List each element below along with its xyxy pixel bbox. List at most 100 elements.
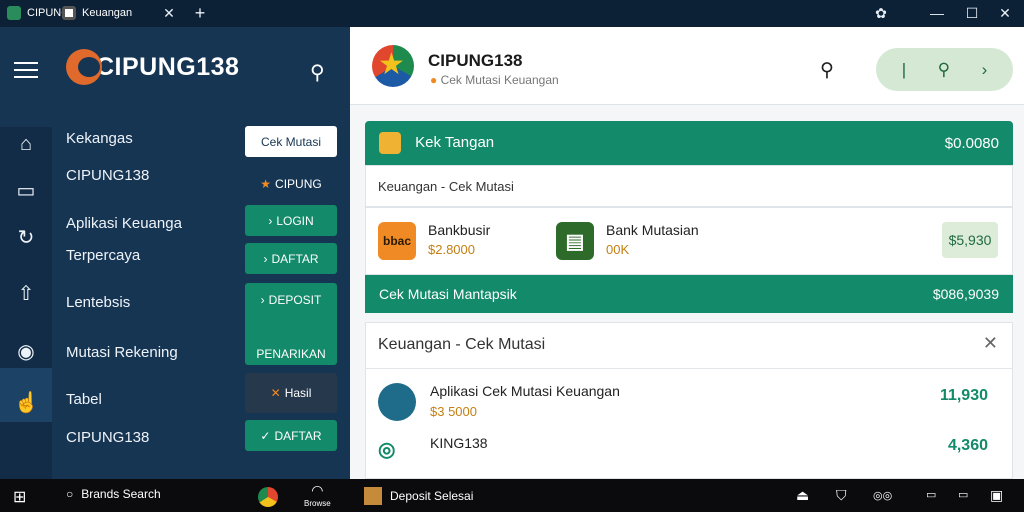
wallet-icon[interactable]: ▭ xyxy=(14,179,38,203)
app-label: Deposit Selesai xyxy=(390,489,474,503)
brand-mark-icon: ◎ xyxy=(378,439,396,461)
header: CIPUNG138 ● Cek Mutasi Keuangan ⚲ | ⚲ › xyxy=(350,27,1024,105)
account-name: Bank Mutasian xyxy=(606,222,699,238)
maximize-icon[interactable]: ☐ xyxy=(964,5,980,21)
search-circle-icon: ○ xyxy=(66,487,74,501)
item-title: KING138 xyxy=(430,435,488,451)
item-amount: 4,360 xyxy=(947,437,988,454)
battery-icon[interactable]: ▭ xyxy=(958,488,968,501)
star-logo-icon xyxy=(372,45,414,87)
search-label: Brands Search xyxy=(81,487,161,501)
breadcrumb: Keuangan - Cek Mutasi xyxy=(365,165,1013,207)
hasil-button[interactable]: ✕ Hasil xyxy=(245,373,337,413)
app-icon xyxy=(62,6,76,20)
tab-cipung[interactable]: CIPUNG xyxy=(7,6,70,20)
sidebar-item-3[interactable]: Terpercaya xyxy=(66,247,140,264)
header-search-icon[interactable]: ⚲ xyxy=(820,59,834,82)
notifications-icon[interactable]: ▣ xyxy=(990,487,1003,504)
button-label: DAFTAR xyxy=(271,251,319,266)
button-label: DAFTAR xyxy=(274,428,322,443)
page-title: CIPUNG138 xyxy=(428,51,523,70)
item-sub: $3 5000 xyxy=(430,404,477,419)
button-label: CIPUNG xyxy=(275,176,322,191)
chat-icon[interactable]: ◉ xyxy=(14,340,38,364)
minimize-icon[interactable]: — xyxy=(929,5,945,21)
cipung-button[interactable]: ★ CIPUNG xyxy=(245,168,337,199)
sidebar-item-7[interactable]: CIPUNG138 xyxy=(66,429,149,446)
hand-icon[interactable]: ☝ xyxy=(14,391,39,415)
title-bar: CIPUNG Keuangan ✕ + ✿ — ☐ ✕ xyxy=(0,0,1024,27)
item-title: Aplikasi Cek Mutasi Keuangan xyxy=(430,383,620,399)
tools-icon: ✕ xyxy=(270,386,281,400)
action-pill[interactable]: | ⚲ › xyxy=(876,48,1013,91)
shield-icon[interactable]: ⛉ xyxy=(836,487,847,504)
close-tab-icon[interactable]: ✕ xyxy=(161,5,177,21)
bank-icon: bbac xyxy=(378,222,416,260)
account-badge: $5,930 xyxy=(942,222,998,258)
item-amount: 11,930 xyxy=(939,387,988,404)
eject-icon[interactable]: ⏏ xyxy=(796,487,809,504)
deposit-app-taskbar[interactable]: Deposit Selesai xyxy=(364,487,473,505)
chrome-icon xyxy=(258,487,278,507)
close-icon[interactable]: ✕ xyxy=(997,5,1013,21)
account-name: Bankbusir xyxy=(428,222,491,238)
button-label: Cek Mutasi xyxy=(260,134,322,149)
panel-title: Keuangan - Cek Mutasi xyxy=(378,336,546,353)
sidebar: CIPUNG138 ⚲ ⌂ ▭ ↻ ⇧ ◉ ☝ Kekangas CIPUNG1… xyxy=(0,27,350,479)
sidebar-item-4[interactable]: Lentebsis xyxy=(66,294,130,311)
sidebar-item-5[interactable]: Mutasi Rekening xyxy=(66,344,178,361)
account-item[interactable]: ▤ Bank Mutasian 00K xyxy=(556,222,699,260)
sidebar-item-1[interactable]: CIPUNG138 xyxy=(66,167,149,184)
main-panel: CIPUNG138 ● Cek Mutasi Keuangan ⚲ | ⚲ › … xyxy=(350,27,1024,479)
new-tab-icon[interactable]: + xyxy=(192,4,208,22)
document-icon: ▤ xyxy=(556,222,594,260)
cek-mutasi-button[interactable]: Cek Mutasi xyxy=(245,126,337,157)
browser-icon: ◠ xyxy=(311,482,324,498)
mutations-panel: Keuangan - Cek Mutasi ✕ Aplikasi Cek Mut… xyxy=(365,322,1013,479)
summary-label: Kek Tangan xyxy=(415,133,495,151)
daftar-bottom-button[interactable]: ✓ DAFTAR xyxy=(245,420,337,451)
chevron-right-icon: › xyxy=(260,293,265,307)
login-button[interactable]: › LOGIN xyxy=(245,205,337,236)
home-icon[interactable]: ⌂ xyxy=(14,132,38,156)
windows-start-icon[interactable]: ⊞ xyxy=(13,487,26,507)
panel-close-icon[interactable]: ✕ xyxy=(983,333,998,354)
network-icon[interactable]: ◎◎ xyxy=(873,489,892,502)
hamburger-menu-icon[interactable] xyxy=(14,62,38,78)
refresh-icon[interactable]: ↻ xyxy=(14,226,38,250)
brand-name: CIPUNG138 xyxy=(96,52,240,81)
sidebar-item-2[interactable]: Aplikasi Keuanga xyxy=(66,215,182,232)
coin-icon: ● xyxy=(430,73,438,87)
deposit-button[interactable]: › DEPOSIT PENARIKAN xyxy=(245,283,337,365)
app-icon xyxy=(364,487,382,505)
keyboard-icon[interactable]: ▭ xyxy=(926,488,936,501)
chrome-taskbar-icon[interactable] xyxy=(258,487,278,507)
upload-icon[interactable]: ⇧ xyxy=(14,282,38,306)
tab-label: Keuangan xyxy=(82,7,133,19)
account-amount: $2.8000 xyxy=(428,242,475,257)
app-label: Browse xyxy=(304,499,331,508)
tab-keuangan[interactable]: Keuangan xyxy=(62,6,132,20)
pill-search-icon[interactable]: ⚲ xyxy=(938,60,950,80)
logo-c-icon xyxy=(66,49,102,85)
globe-icon xyxy=(7,6,21,20)
account-amount: 00K xyxy=(606,242,630,257)
daftar-button[interactable]: › DAFTAR xyxy=(245,243,337,274)
browse-taskbar-icon[interactable]: ◠ Browse xyxy=(304,482,331,508)
account-item[interactable]: bbac Bankbusir $2.8000 xyxy=(378,222,490,260)
taskbar-search[interactable]: ○ Brands Search xyxy=(66,487,161,501)
balance-label: Cek Mutasi Mantapsik xyxy=(379,286,517,302)
button-label: DEPOSIT xyxy=(268,293,322,307)
sidebar-item-6[interactable]: Tabel xyxy=(66,391,102,408)
check-icon: ✓ xyxy=(260,428,271,443)
balance-amount: $086,9039 xyxy=(932,286,999,302)
balance-bar: Cek Mutasi Mantapsik $086,9039 xyxy=(365,275,1013,313)
search-icon[interactable]: ⚲ xyxy=(310,60,325,85)
arrow-right-icon[interactable]: › xyxy=(982,60,988,80)
settings-icon[interactable]: ✿ xyxy=(873,5,889,21)
chevron-right-icon: › xyxy=(263,251,268,266)
list-item[interactable]: Aplikasi Cek Mutasi Keuangan $3 5000 11,… xyxy=(378,383,1002,423)
sidebar-item-0[interactable]: Kekangas xyxy=(66,130,133,147)
brand-logo[interactable]: CIPUNG138 xyxy=(66,49,239,85)
list-item[interactable]: ◎ KING138 4,360 xyxy=(378,435,1002,475)
